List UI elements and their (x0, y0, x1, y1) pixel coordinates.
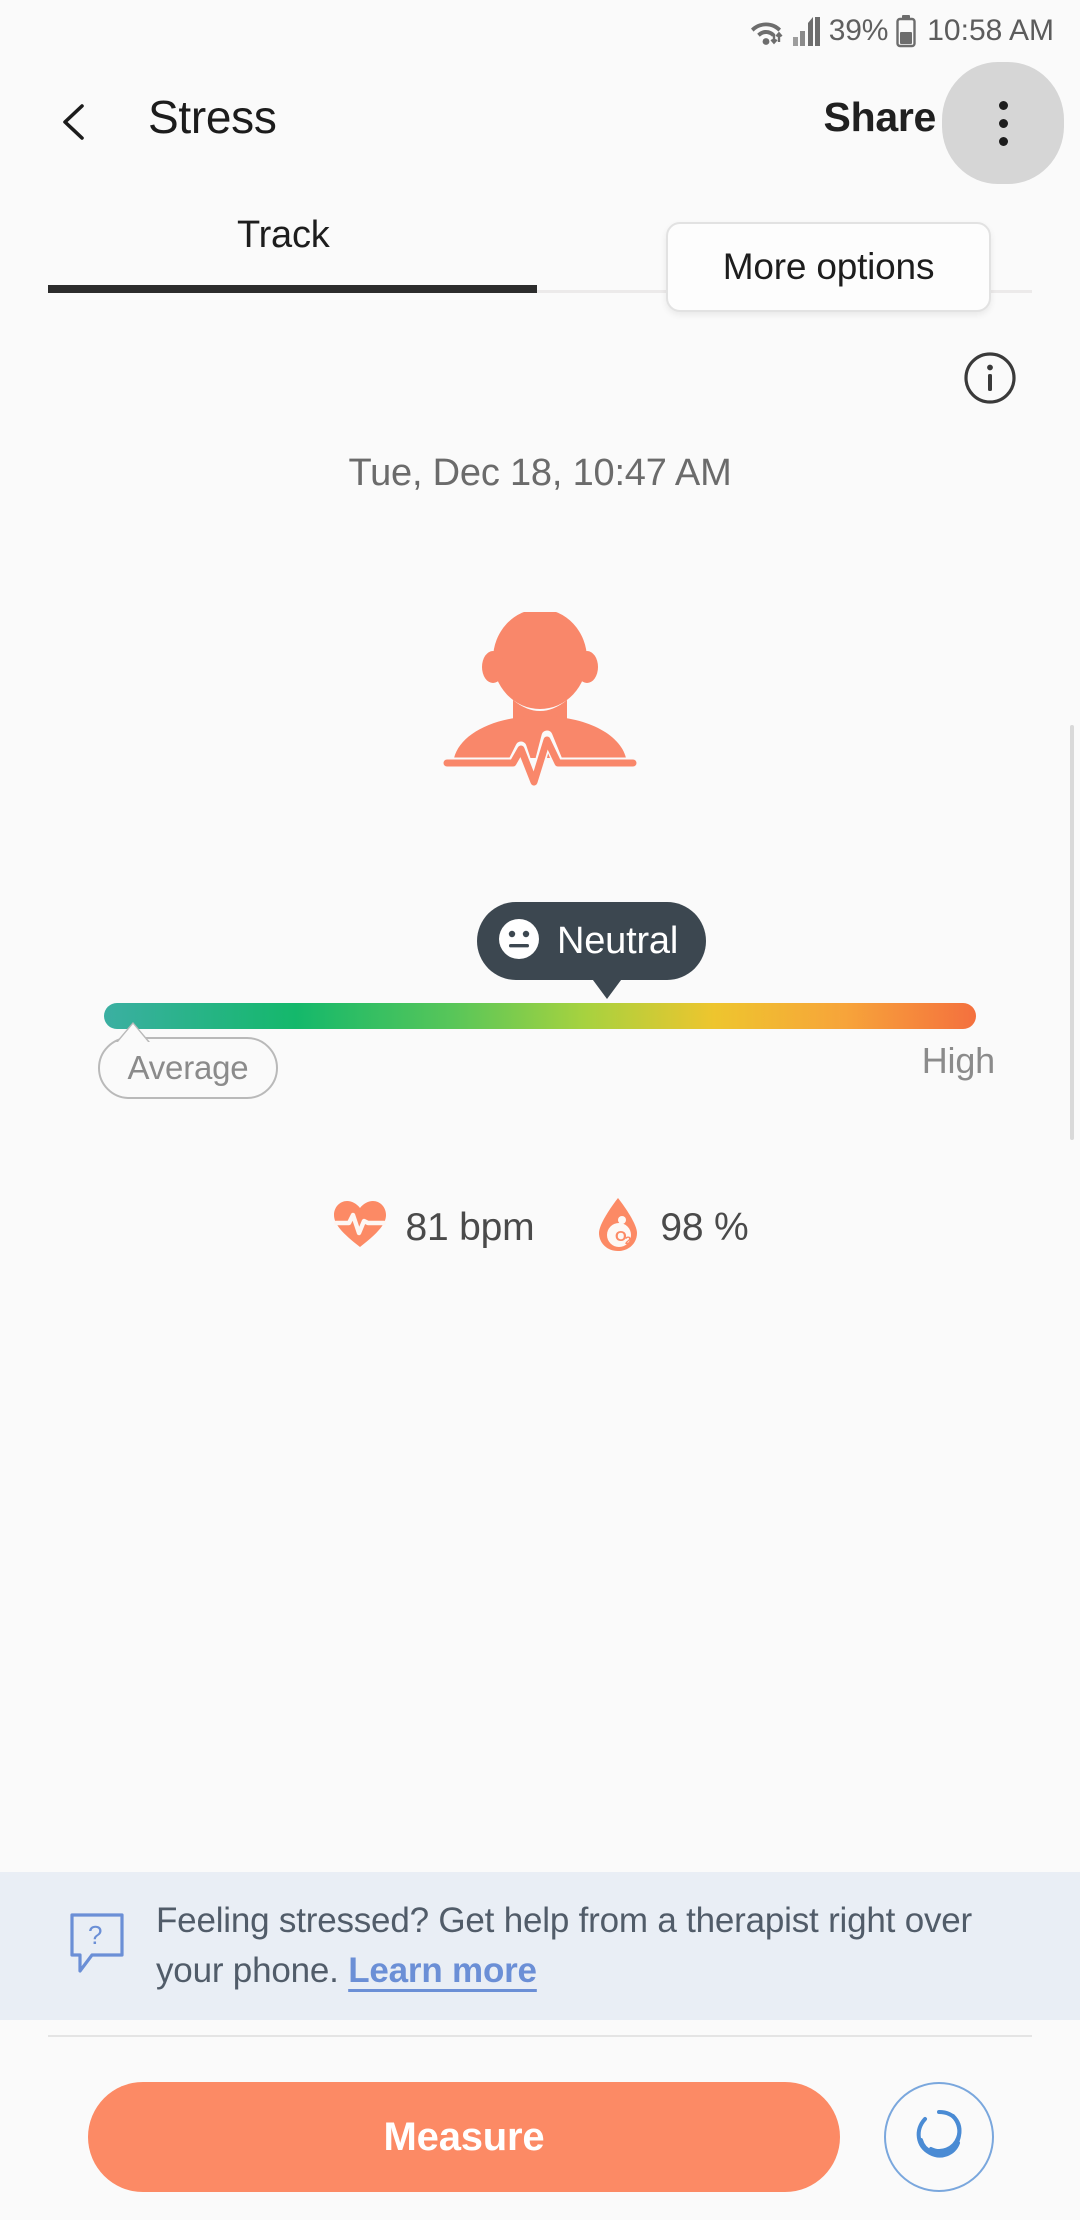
scrollbar[interactable] (1070, 725, 1074, 1140)
svg-text:2: 2 (625, 1235, 631, 1247)
calm-swirl-icon (903, 2099, 975, 2176)
cellular-signal-icon (792, 15, 822, 47)
status-bar: 39% 10:58 AM (0, 0, 1080, 62)
app-bar: Stress Share (0, 62, 1080, 184)
info-icon[interactable] (962, 350, 1018, 406)
page-title: Stress (148, 91, 277, 143)
measure-button-label: Measure (383, 2114, 545, 2159)
heart-rate-icon (332, 1199, 388, 1256)
bottom-divider (48, 2035, 1032, 2037)
overflow-dots (998, 100, 1008, 146)
status-time: 10:58 AM (927, 14, 1054, 47)
average-marker-label: Average (127, 1049, 249, 1086)
calm-swirl-button[interactable] (884, 2082, 994, 2192)
average-marker-notch (118, 1024, 148, 1042)
avatar (0, 612, 1080, 792)
share-button[interactable]: Share (824, 94, 937, 141)
stress-level-badge-pointer (590, 976, 624, 999)
promo-message: Feeling stressed? Get help from a therap… (156, 1901, 972, 1990)
blood-oxygen-icon: O 2 (594, 1196, 642, 1259)
neutral-face-icon (495, 915, 543, 968)
svg-text:?: ? (88, 1920, 102, 1950)
battery-percent: 39% (828, 14, 889, 47)
battery-icon (895, 14, 917, 48)
stress-screen: 39% 10:58 AM Stress Share Track More opt… (0, 0, 1080, 2220)
metric-blood-oxygen: O 2 98 % (594, 1196, 749, 1259)
stress-level-label: Neutral (557, 919, 679, 962)
measurement-date: Tue, Dec 18, 10:47 AM (348, 452, 732, 494)
back-chevron-icon[interactable] (38, 84, 114, 160)
promo-text: Feeling stressed? Get help from a therap… (156, 1896, 986, 1995)
heart-rate-value: 81 bpm (405, 1205, 535, 1249)
stress-level-badge: Neutral (477, 902, 707, 980)
blood-oxygen-value: 98 % (660, 1205, 749, 1249)
more-options-tooltip-label: More options (722, 246, 935, 287)
wifi-icon (749, 14, 785, 48)
person-pulse-icon (441, 612, 639, 792)
more-options-tooltip[interactable]: More options (666, 222, 991, 312)
tab-active-indicator (48, 285, 537, 293)
scale-high-label: High (921, 1040, 995, 1081)
tab-track[interactable]: Track (237, 214, 330, 257)
therapist-promo-banner[interactable]: ? Feeling stressed? Get help from a ther… (0, 1872, 1080, 2020)
stress-gauge-bar (104, 1003, 976, 1029)
average-marker-pill: Average (98, 1037, 278, 1099)
measure-button[interactable]: Measure (88, 2082, 840, 2192)
metric-heart-rate: 81 bpm (332, 1199, 535, 1256)
overflow-menu-icon[interactable] (942, 62, 1064, 184)
learn-more-link[interactable]: Learn more (348, 1951, 537, 1990)
metrics-row: 81 bpm O 2 98 % (0, 1196, 1080, 1259)
question-bubble-icon: ? (66, 1911, 128, 1982)
